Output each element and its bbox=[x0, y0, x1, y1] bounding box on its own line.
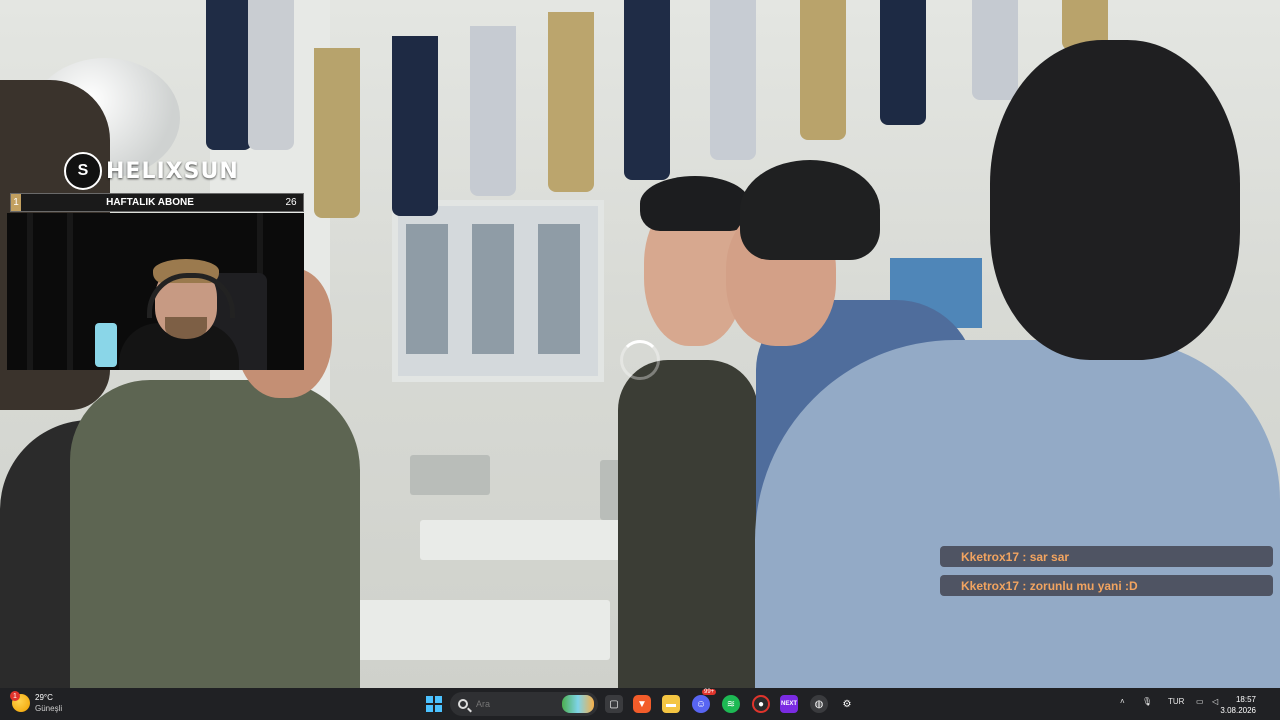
hanging-flag bbox=[392, 36, 438, 216]
chat-username: Kketrox17 bbox=[961, 549, 1020, 564]
hanging-flag bbox=[248, 0, 294, 150]
cafeteria-table bbox=[350, 600, 610, 660]
chat-message: Kketrox17 : sar sar bbox=[940, 546, 1273, 567]
chrome-alt-icon[interactable]: ◍ bbox=[810, 695, 828, 713]
weather-temperature: 29°C bbox=[35, 693, 53, 702]
curtain-fold bbox=[27, 213, 33, 370]
background-window bbox=[392, 200, 604, 382]
chat-separator: : bbox=[1019, 549, 1030, 564]
chat-username: Kketrox17 bbox=[961, 578, 1020, 593]
curtain-fold bbox=[67, 213, 73, 370]
window-pane bbox=[538, 224, 580, 354]
hanging-flag bbox=[314, 48, 360, 218]
clock-time: 18:57 bbox=[1235, 695, 1256, 704]
officer-hair bbox=[640, 176, 750, 231]
search-highlight-icon bbox=[562, 695, 594, 713]
webcam-feed bbox=[7, 213, 304, 370]
spotify-icon[interactable]: ≋ bbox=[722, 695, 740, 713]
hanging-flag bbox=[800, 0, 846, 140]
weekly-subscriber-bar: 1 HAFTALIK ABONE 26 bbox=[10, 193, 304, 212]
hanging-flag bbox=[470, 26, 516, 196]
logo-text: HELIXSUN bbox=[106, 158, 239, 184]
soldier-camo bbox=[70, 380, 360, 688]
sun-icon: 1 bbox=[10, 691, 30, 712]
sub-rank: 1 bbox=[11, 194, 21, 211]
system-tray: ˄ 🎙 TUR ▭ ◁ 18:57 3.08.2026 bbox=[1100, 688, 1280, 720]
obs-icon[interactable]: ● bbox=[752, 695, 770, 713]
loading-spinner-icon bbox=[620, 340, 660, 380]
weather-condition: Güneşli bbox=[35, 704, 63, 713]
brave-browser-icon[interactable]: ▼ bbox=[633, 695, 651, 713]
search-icon bbox=[458, 699, 468, 709]
language-indicator[interactable]: TUR bbox=[1168, 697, 1184, 706]
sub-count: 26 bbox=[285, 197, 297, 208]
weather-widget[interactable]: 1 29°C Güneşli bbox=[10, 691, 63, 714]
channel-logo: S HELIXSUN bbox=[64, 152, 239, 190]
man-back-of-head bbox=[990, 40, 1240, 360]
notification-badge: 1 bbox=[10, 691, 20, 701]
streamer-beard bbox=[165, 317, 207, 339]
task-view-icon[interactable]: ▢ bbox=[605, 695, 623, 713]
man-light-shirt-back bbox=[755, 340, 1280, 688]
hanging-flag bbox=[624, 0, 670, 180]
man-blue-shirt-hair bbox=[740, 160, 880, 260]
window-pane bbox=[472, 224, 514, 354]
drink-cup bbox=[95, 323, 117, 367]
clock[interactable]: 18:57 3.08.2026 bbox=[1220, 694, 1256, 716]
next-app-icon[interactable]: NEXT bbox=[780, 695, 798, 713]
chat-message: Kketrox17 : zorunlu mu yani :D bbox=[940, 575, 1273, 596]
chair bbox=[410, 455, 490, 495]
search-input[interactable] bbox=[474, 698, 558, 710]
chevron-up-icon[interactable]: ˄ bbox=[1120, 697, 1125, 706]
chat-separator: : bbox=[1019, 578, 1030, 593]
sub-label: HAFTALIK ABONE bbox=[106, 197, 194, 208]
hanging-flag bbox=[880, 0, 926, 125]
microphone-icon[interactable]: 🎙 bbox=[1142, 697, 1152, 706]
hanging-flag bbox=[548, 12, 594, 192]
taskbar: 1 29°C Güneşli ▢ ▼ ▬ 99+ ☺ ≋ ● NEXT ◍ ⚙ … bbox=[0, 688, 1280, 720]
chat-text: sar sar bbox=[1029, 549, 1070, 564]
windows-start-icon[interactable] bbox=[425, 695, 443, 713]
chat-text: zorunlu mu yani :D bbox=[1029, 578, 1138, 593]
hanging-flag bbox=[206, 0, 252, 150]
taskbar-search[interactable] bbox=[450, 692, 598, 716]
hanging-flag bbox=[972, 0, 1018, 100]
discord-icon[interactable]: 99+ ☺ bbox=[692, 689, 717, 713]
volume-icon[interactable]: ◁ bbox=[1212, 697, 1218, 706]
helixsun-logo-icon: S bbox=[64, 152, 102, 190]
window-pane bbox=[406, 224, 448, 354]
discord-badge: 99+ bbox=[702, 689, 717, 695]
hanging-flag bbox=[710, 0, 756, 160]
clock-date: 3.08.2026 bbox=[1220, 706, 1256, 715]
settings-gear-icon[interactable]: ⚙ bbox=[838, 695, 856, 713]
network-icon[interactable]: ▭ bbox=[1196, 697, 1204, 706]
officer-dark-uniform bbox=[618, 360, 758, 688]
file-explorer-icon[interactable]: ▬ bbox=[662, 695, 680, 713]
